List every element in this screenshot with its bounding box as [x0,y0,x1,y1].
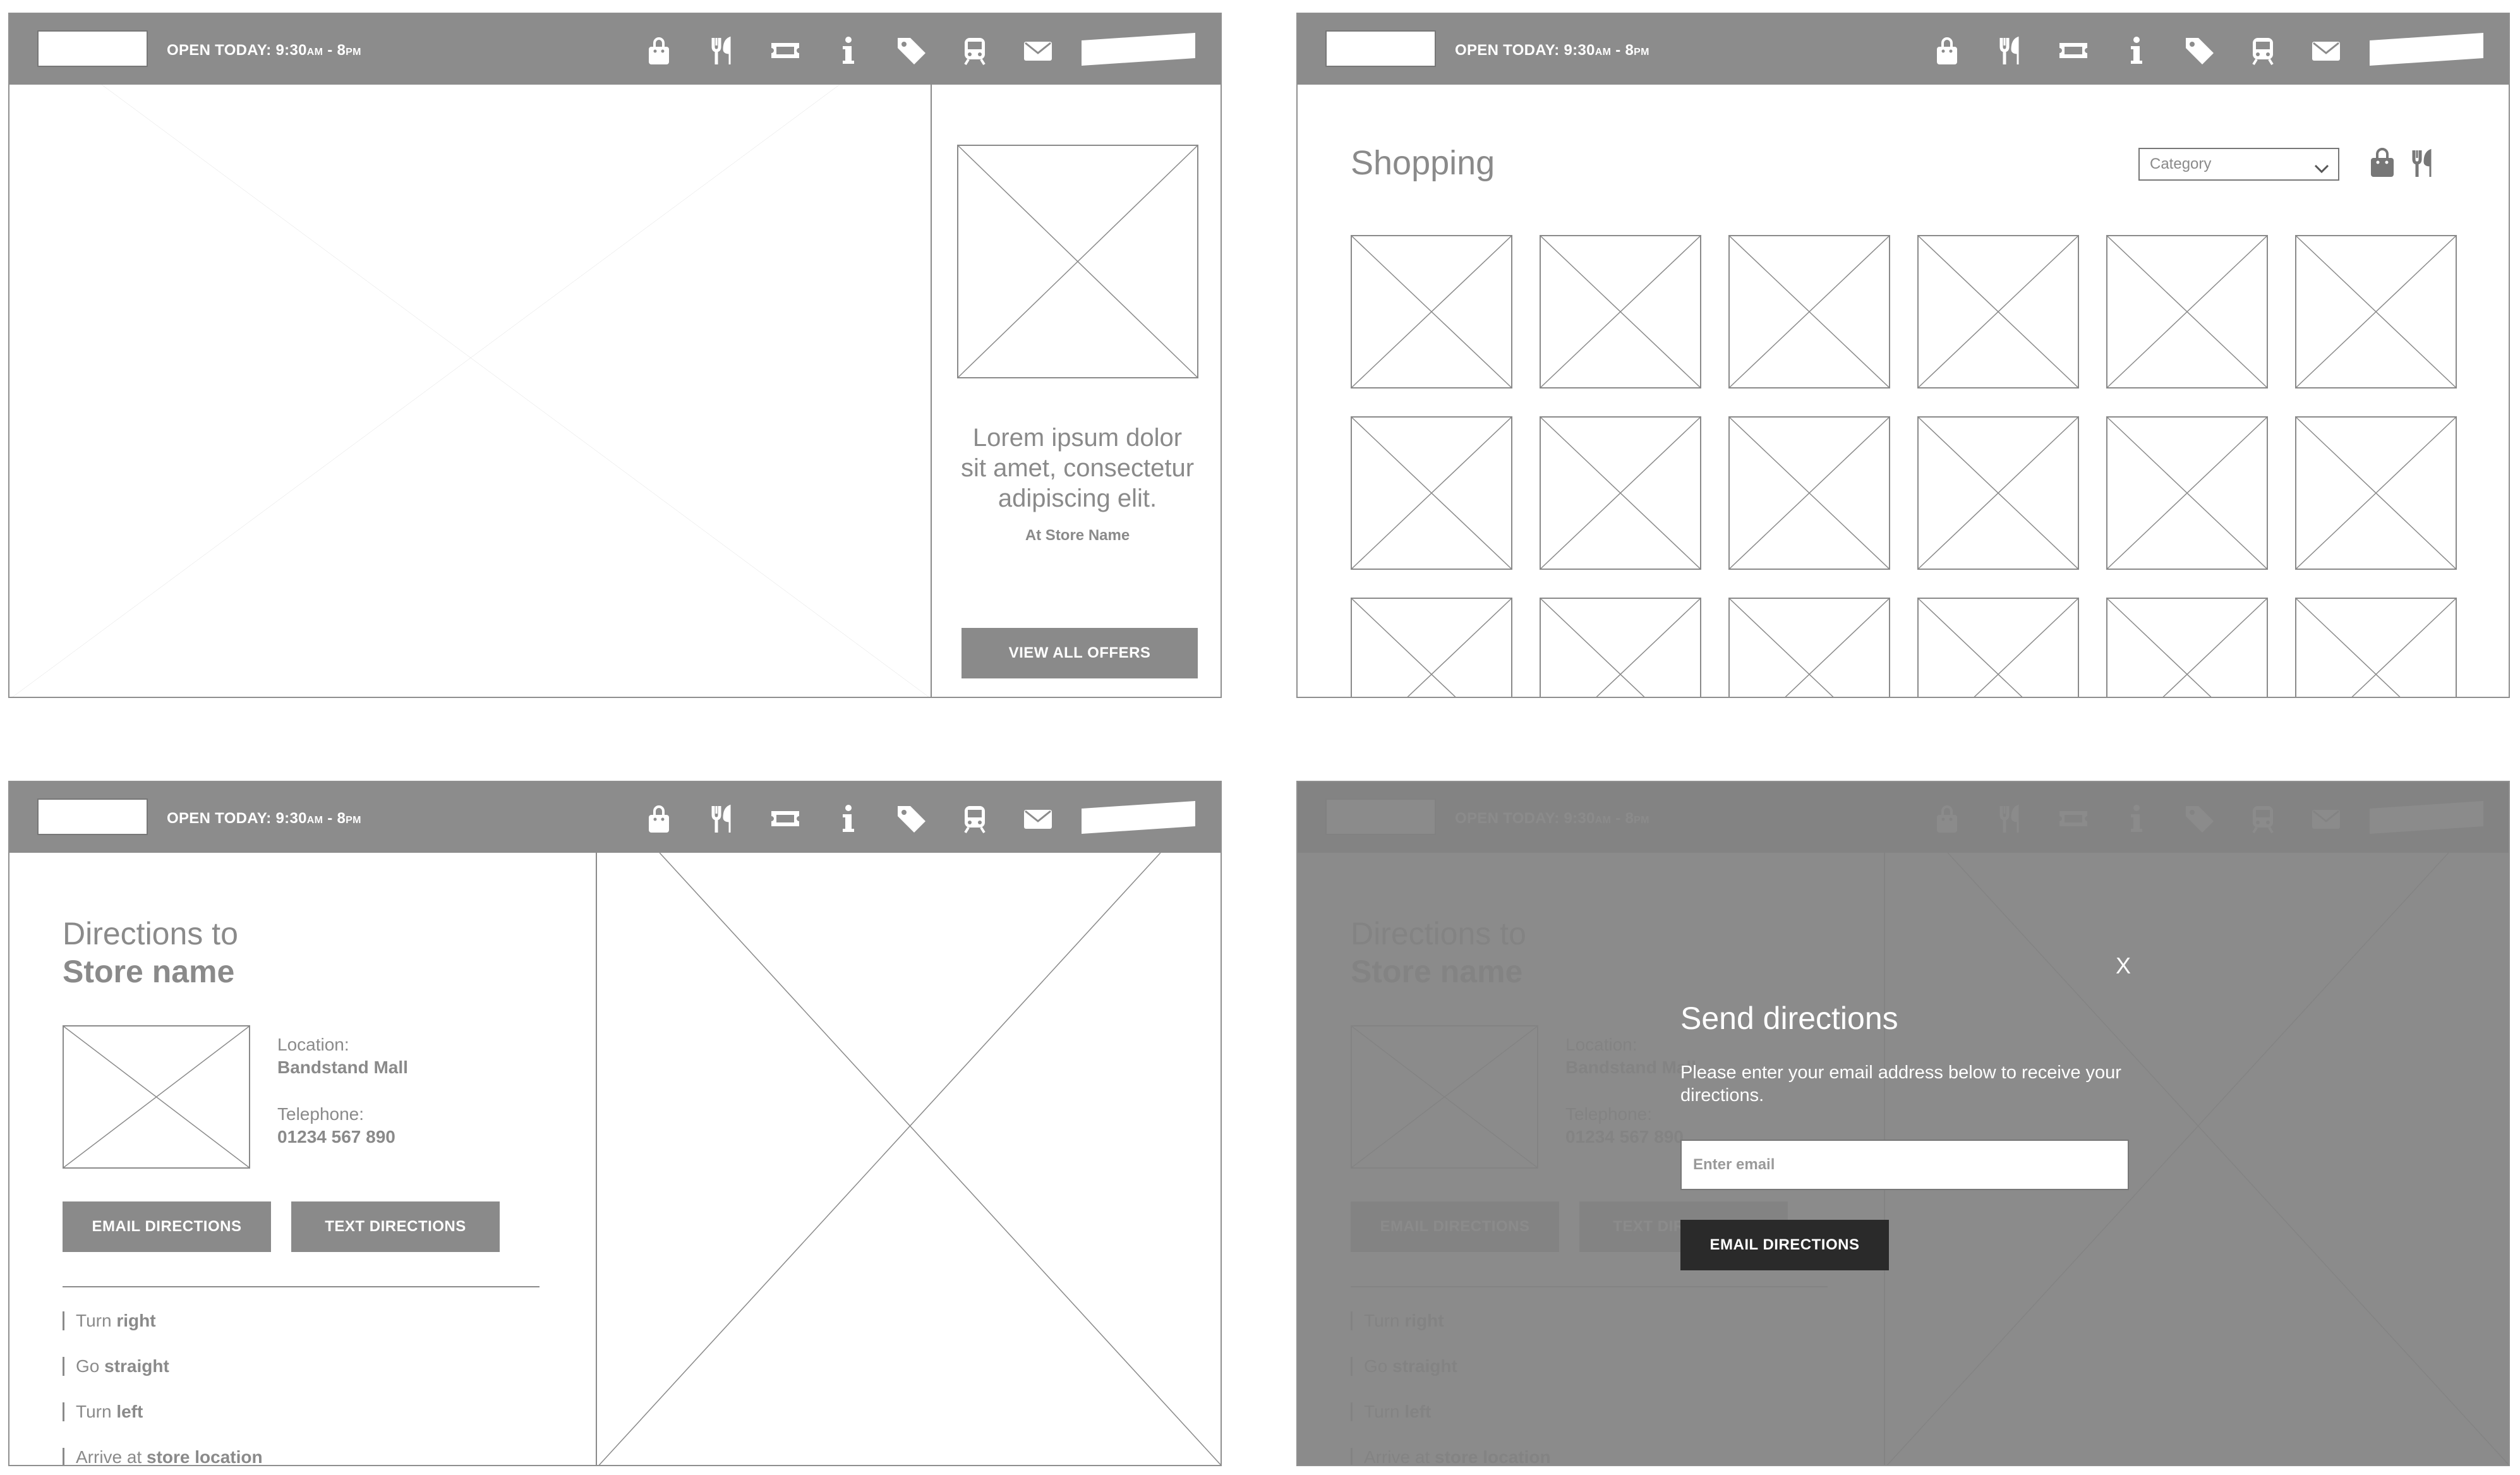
wireframe-shopping: OPEN TODAY: 9:30AM - 8PM Shopping Catego… [1296,13,2510,698]
product-image-placeholder[interactable] [2106,235,2268,388]
product-image-placeholder[interactable] [1351,598,1512,697]
product-image-placeholder[interactable] [1728,598,1890,697]
telephone-label: Telephone: [277,1104,365,1124]
divider [63,1286,540,1287]
opening-hours: OPEN TODAY: 9:30AM - 8PM [167,810,361,827]
wireframe-directions: OPEN TODAY: 9:30AM - 8PM Directions to S… [8,781,1222,1466]
close-icon[interactable]: X [2116,953,2131,979]
offer-store: At Store Name [1025,527,1130,544]
shopping-bag-icon[interactable] [641,801,677,836]
fork-knife-icon[interactable] [704,33,740,68]
page-title: Shopping [1351,144,1495,182]
tag-icon[interactable] [894,33,929,68]
train-icon[interactable] [957,33,992,68]
product-image-placeholder[interactable] [1917,416,2079,570]
map-placeholder[interactable] [596,853,1222,1465]
wireframe-send-directions-modal: OPEN TODAY: 9:30AM - 8PM Directions to S… [1296,781,2510,1466]
offer-image-placeholder [957,145,1198,378]
shopping-bag-icon[interactable] [2365,145,2400,181]
view-all-offers-button[interactable]: VIEW ALL OFFERS [962,628,1198,678]
direction-step: Turn left [63,1402,143,1421]
product-image-placeholder[interactable] [1351,416,1512,570]
shopping-bag-icon[interactable] [641,33,677,68]
logo-placeholder[interactable] [1325,30,1436,67]
modal-description: Please enter your email address below to… [1680,1063,2121,1105]
top-bar: OPEN TODAY: 9:30AM - 8PM [9,14,1221,85]
email-field[interactable] [1680,1140,2129,1190]
search-bar[interactable] [1082,801,1195,834]
offer-text: Lorem ipsum dolor sit amet, consectetur … [960,424,1195,512]
text-directions-button[interactable]: TEXT DIRECTIONS [291,1201,500,1252]
product-image-placeholder[interactable] [1351,235,1512,388]
product-image-placeholder[interactable] [2106,598,2268,697]
fork-knife-icon[interactable] [2405,145,2440,181]
info-icon[interactable] [2119,33,2154,68]
directions-title: Directions to Store name [63,915,238,990]
mail-icon[interactable] [1020,33,1056,68]
tag-icon[interactable] [2182,33,2217,68]
info-icon[interactable] [831,33,866,68]
train-icon[interactable] [957,801,992,836]
send-email-directions-button[interactable]: EMAIL DIRECTIONS [1680,1220,1889,1270]
product-image-placeholder[interactable] [1728,416,1890,570]
search-bar[interactable] [2370,33,2483,66]
email-directions-button[interactable]: EMAIL DIRECTIONS [63,1201,271,1252]
opening-hours: OPEN TODAY: 9:30AM - 8PM [167,42,361,59]
product-image-placeholder[interactable] [1540,235,1701,388]
hero-image-placeholder [9,85,932,697]
train-icon[interactable] [2245,33,2281,68]
product-image-placeholder[interactable] [1917,598,2079,697]
direction-step: Turn right [63,1311,156,1330]
offers-sidebar: Lorem ipsum dolor sit amet, consectetur … [931,85,1221,697]
direction-step: Go straight [63,1357,169,1376]
ticket-icon[interactable] [2056,33,2091,68]
chevron-down-icon [2313,157,2330,174]
telephone-value: 01234 567 890 [277,1127,395,1147]
fork-knife-icon[interactable] [704,801,740,836]
ticket-icon[interactable] [768,801,803,836]
location-value: Bandstand Mall [277,1057,408,1077]
product-image-placeholder[interactable] [1540,598,1701,697]
product-image-placeholder[interactable] [2295,598,2457,697]
opening-hours: OPEN TODAY: 9:30AM - 8PM [1455,42,1649,59]
top-bar: OPEN TODAY: 9:30AM - 8PM [9,782,1221,853]
ticket-icon[interactable] [768,33,803,68]
info-icon[interactable] [831,801,866,836]
store-image-placeholder [63,1025,250,1169]
top-bar: OPEN TODAY: 9:30AM - 8PM [1298,14,2509,85]
category-select[interactable]: Category [2138,148,2339,181]
shopping-bag-icon[interactable] [1929,33,1965,68]
product-image-placeholder[interactable] [2295,416,2457,570]
product-image-placeholder[interactable] [2295,235,2457,388]
send-directions-modal: X Send directions Please enter your emai… [1298,782,2509,1465]
directions-title-store: Store name [63,954,235,989]
modal-title: Send directions [1680,1001,1898,1036]
product-image-placeholder[interactable] [1917,235,2079,388]
mail-icon[interactable] [1020,801,1056,836]
fork-knife-icon[interactable] [1992,33,2028,68]
directions-title-line1: Directions to [63,916,238,951]
category-select-value: Category [2150,155,2212,172]
mail-icon[interactable] [2308,33,2344,68]
location-label: Location: [277,1035,349,1054]
direction-step: Arrive at store location [63,1448,263,1465]
logo-placeholder[interactable] [37,798,148,835]
wireframe-home: OPEN TODAY: 9:30AM - 8PM Lorem ipsum dol… [8,13,1222,698]
product-image-placeholder[interactable] [1728,235,1890,388]
tag-icon[interactable] [894,801,929,836]
logo-placeholder[interactable] [37,30,148,67]
search-bar[interactable] [1082,33,1195,66]
product-image-placeholder[interactable] [2106,416,2268,570]
product-image-placeholder[interactable] [1540,416,1701,570]
